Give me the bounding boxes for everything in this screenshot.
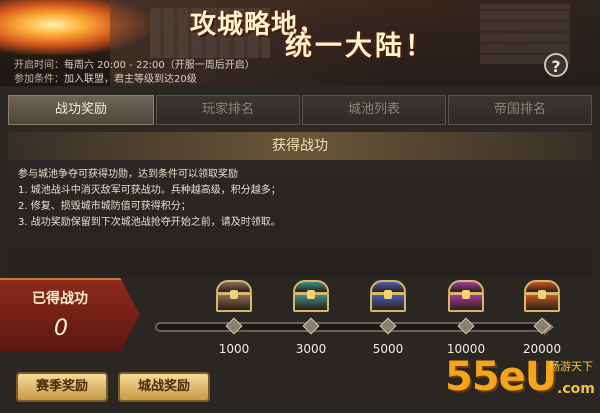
watermark-url: .com [557,381,595,397]
section-title: 获得战功 [8,132,592,160]
watermark-brand: 55eU [445,354,557,400]
desc-line-0: 参与城池争夺可获得功勋，达到条件可以领取奖励 [18,169,238,180]
city-battle-reward-button[interactable]: 城战奖励 [118,372,210,402]
banner-slogan: 攻城略地， 统一大陆！ [150,2,450,62]
progress-track [155,322,550,332]
slogan-line2: 统一大陆！ [285,31,435,62]
earned-merit-label: 已得战功 [32,291,88,307]
open-time-row: 开启时间：每周六 20:00 - 22:00（开服一周后开启） [14,56,255,71]
tab-player-ranking[interactable]: 玩家排名 [156,95,300,125]
milestone-threshold-3000: 3000 [295,342,327,356]
condition-row: 参加条件：加入联盟，君主等级到达20级 [14,70,197,85]
condition-value: 加入联盟，君主等级到达20级 [64,74,197,85]
brown-chest-icon[interactable] [214,278,254,314]
earned-merit-badge: 已得战功 0 [0,278,140,352]
orange-chest-icon[interactable] [522,278,562,314]
desc-line-2: 2. 修复、损毁城市城防值可获得积分； [18,201,191,212]
season-reward-button[interactable]: 赛季奖励 [16,372,108,402]
site-watermark: 55eU 畅游天下 .com [445,348,600,413]
watermark-tagline: 畅游天下 [549,360,593,373]
blue-chest-icon[interactable] [368,278,408,314]
help-icon[interactable]: ? [544,53,568,77]
milestone-threshold-5000: 5000 [372,342,404,356]
tab-empire-ranking[interactable]: 帝国排名 [448,95,592,125]
desc-line-3: 3. 战功奖励保留到下次城池战抢夺开始之前，请及时领取。 [18,217,281,228]
merit-panel: 获得战功 参与城池争夺可获得功勋，达到条件可以领取奖励 1. 城池战斗中消灭敌军… [8,127,592,277]
earned-merit-value: 0 [54,316,68,341]
tab-merit-reward[interactable]: 战功奖励 [8,95,154,125]
milestone-threshold-1000: 1000 [218,342,250,356]
purple-chest-icon[interactable] [446,278,486,314]
condition-label: 参加条件： [14,74,64,85]
tab-city-list[interactable]: 城池列表 [302,95,446,125]
tab-bar: 战功奖励 玩家排名 城池列表 帝国排名 [8,95,592,125]
desc-line-1: 1. 城池战斗中消灭敌军可获战功。兵种越高级，积分越多； [18,185,281,196]
teal-chest-icon[interactable] [291,278,331,314]
